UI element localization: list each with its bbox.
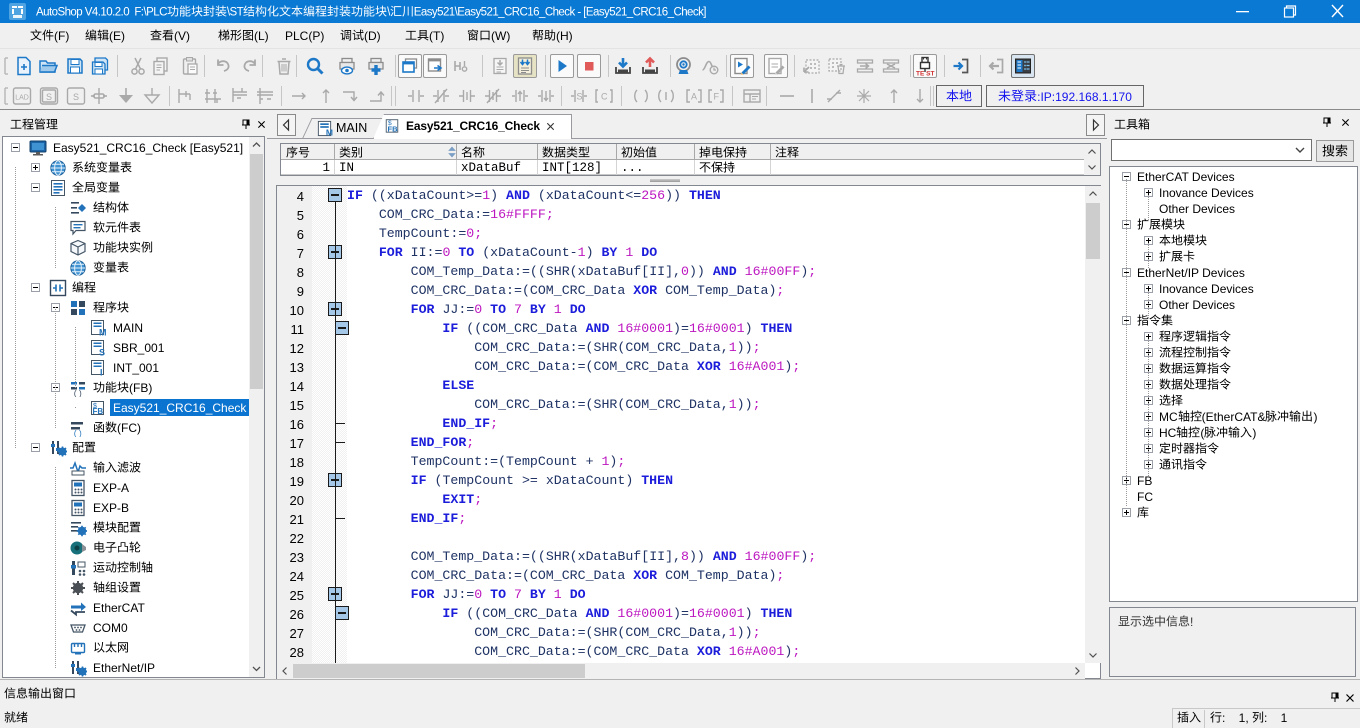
svg-text:F: F	[714, 92, 720, 102]
svg-text:(): ()	[73, 390, 83, 397]
svg-text:S: S	[577, 92, 583, 102]
svg-text:LAD: LAD	[15, 95, 29, 102]
svg-text:TE ST: TE ST	[916, 71, 934, 77]
svg-text:A: A	[691, 92, 697, 102]
svg-text:FB: FB	[93, 407, 104, 416]
svg-text:M: M	[99, 328, 107, 338]
svg-text:S: S	[99, 348, 105, 358]
svg-text:M: M	[326, 128, 333, 137]
svg-text:I: I	[100, 368, 103, 378]
svg-text:S: S	[46, 92, 52, 102]
svg-text:S: S	[73, 92, 79, 102]
svg-text:C: C	[601, 92, 608, 102]
svg-text:(): ()	[73, 430, 83, 437]
svg-text:FB: FB	[388, 124, 399, 133]
